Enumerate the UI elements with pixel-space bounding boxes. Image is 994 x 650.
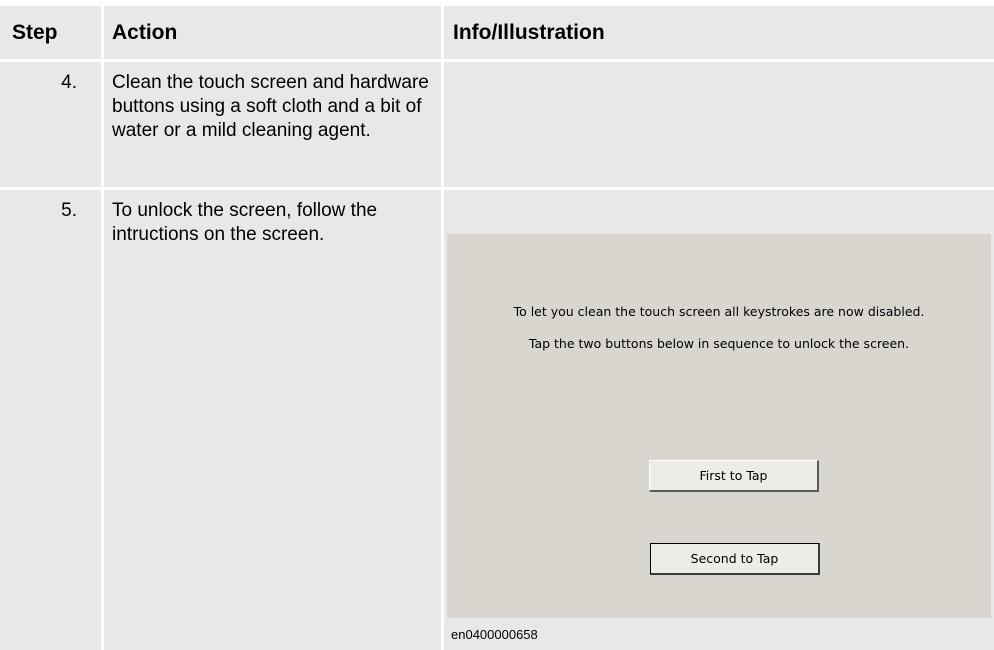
action-text: To unlock the screen, follow the intruct… xyxy=(112,200,378,245)
second-to-tap-button[interactable]: Second to Tap xyxy=(650,543,820,575)
action-text: Clean the touch screen and hardware butt… xyxy=(112,72,429,141)
figure-id: en0400000658 xyxy=(451,627,538,642)
table-row: 5. To unlock the screen, follow the intr… xyxy=(0,190,994,650)
header-info: Info/Illustration xyxy=(444,6,994,59)
info-cell xyxy=(444,62,994,187)
unlock-instruction: Tap the two buttons below in sequence to… xyxy=(528,336,910,351)
step-cell: 5. xyxy=(0,190,101,650)
header-action: Action xyxy=(104,6,441,59)
info-cell: To let you clean the touch screen all ke… xyxy=(444,190,994,650)
action-cell: Clean the touch screen and hardware butt… xyxy=(104,62,441,187)
table-header-row: Step Action Info/Illustration xyxy=(0,6,994,59)
action-cell: To unlock the screen, follow the intruct… xyxy=(104,190,441,650)
first-to-tap-button[interactable]: First to Tap xyxy=(649,460,819,492)
header-step: Step xyxy=(0,6,101,59)
step-number: 5. xyxy=(61,200,77,221)
step-number: 4. xyxy=(61,72,77,93)
step-cell: 4. xyxy=(0,62,101,187)
unlock-screen-illustration: To let you clean the touch screen all ke… xyxy=(447,234,991,618)
table-row: 4. Clean the touch screen and hardware b… xyxy=(0,62,994,187)
disabled-message: To let you clean the touch screen all ke… xyxy=(513,304,925,319)
procedure-table: Step Action Info/Illustration 4. Clean t… xyxy=(0,6,994,650)
